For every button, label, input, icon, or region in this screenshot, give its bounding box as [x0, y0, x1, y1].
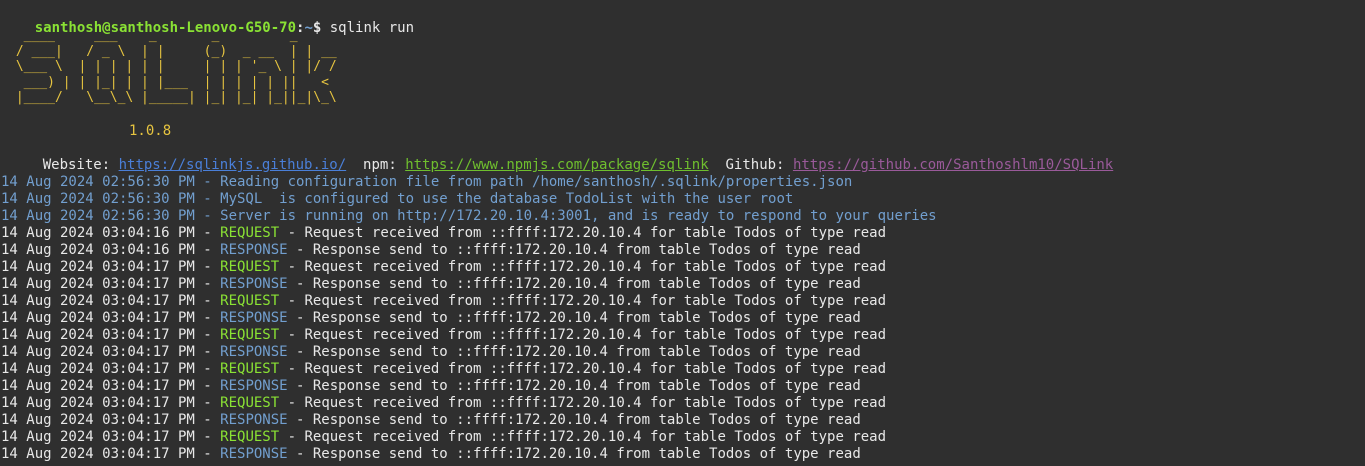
log-message: - Request received from ::ffff:172.20.10…	[279, 293, 887, 309]
sqlink-ascii-logo: ____ ___ _ _ _ / ___| / _ \ | | (_) _ __…	[15, 28, 337, 106]
website-label: Website:	[42, 157, 111, 173]
response-tag: RESPONSE	[220, 412, 288, 428]
response-tag: RESPONSE	[220, 310, 288, 326]
request-log-line: 14 Aug 2024 03:04:17 PM - REQUEST - Requ…	[1, 361, 886, 378]
log-message: - Request received from ::ffff:172.20.10…	[279, 327, 887, 343]
log-timestamp: 14 Aug 2024 03:04:17 PM -	[1, 293, 221, 309]
log-message: - Request received from ::ffff:172.20.10…	[279, 225, 887, 241]
log-timestamp: 14 Aug 2024 03:04:17 PM -	[1, 412, 221, 428]
response-tag: RESPONSE	[220, 276, 288, 292]
log-message: - Response send to ::ffff:172.20.10.4 fr…	[287, 242, 861, 258]
request-log-line: 14 Aug 2024 03:04:17 PM - REQUEST - Requ…	[1, 395, 886, 412]
log-timestamp: 14 Aug 2024 03:04:17 PM -	[1, 259, 221, 275]
prompt-line: santhosh@santhosh-Lenovo-G50-70:~$ sqlin…	[1, 3, 414, 36]
request-log-line: 14 Aug 2024 03:04:17 PM - REQUEST - Requ…	[1, 259, 886, 276]
request-tag: REQUEST	[220, 395, 280, 411]
log-message: - Response send to ::ffff:172.20.10.4 fr…	[287, 446, 861, 462]
log-timestamp: 14 Aug 2024 03:04:17 PM -	[1, 429, 221, 445]
log-message: - Request received from ::ffff:172.20.10…	[279, 361, 887, 377]
request-log-line: 14 Aug 2024 03:04:16 PM - RESPONSE - Res…	[1, 242, 861, 259]
log-message: - Request received from ::ffff:172.20.10…	[279, 395, 887, 411]
request-tag: REQUEST	[220, 361, 280, 377]
request-tag: REQUEST	[220, 327, 280, 343]
request-log-line: 14 Aug 2024 03:04:17 PM - RESPONSE - Res…	[1, 344, 861, 361]
request-tag: REQUEST	[220, 259, 280, 275]
links-line: Website: https://sqlinkjs.github.io/ npm…	[9, 140, 1114, 173]
log-message: - Request received from ::ffff:172.20.10…	[279, 429, 887, 445]
response-tag: RESPONSE	[220, 446, 288, 462]
request-tag: REQUEST	[220, 429, 280, 445]
info-log-line: 14 Aug 2024 02:56:30 PM - MySQL is confi…	[1, 191, 794, 207]
info-log-line: 14 Aug 2024 02:56:30 PM - Server is runn…	[1, 208, 937, 224]
log-timestamp: 14 Aug 2024 03:04:17 PM -	[1, 395, 221, 411]
log-timestamp: 14 Aug 2024 03:04:16 PM -	[1, 242, 221, 258]
info-log-line: 14 Aug 2024 02:56:30 PM - Reading config…	[1, 174, 853, 190]
terminal-window[interactable]: santhosh@santhosh-Lenovo-G50-70:~$ sqlin…	[0, 0, 1365, 466]
log-timestamp: 14 Aug 2024 03:04:17 PM -	[1, 327, 221, 343]
npm-link[interactable]: https://www.npmjs.com/package/sqlink	[405, 157, 708, 173]
request-tag: REQUEST	[220, 293, 280, 309]
github-link[interactable]: https://github.com/Santhoshlm10/SQLink	[793, 157, 1113, 173]
request-log-line: 14 Aug 2024 03:04:17 PM - REQUEST - Requ…	[1, 429, 886, 446]
response-tag: RESPONSE	[220, 242, 288, 258]
request-tag: REQUEST	[220, 225, 280, 241]
request-log-line: 14 Aug 2024 03:04:17 PM - RESPONSE - Res…	[1, 276, 861, 293]
log-timestamp: 14 Aug 2024 03:04:16 PM -	[1, 225, 221, 241]
log-message: - Response send to ::ffff:172.20.10.4 fr…	[287, 412, 861, 428]
log-timestamp: 14 Aug 2024 03:04:17 PM -	[1, 276, 221, 292]
github-label: Github:	[725, 157, 785, 173]
response-tag: RESPONSE	[220, 344, 288, 360]
log-message: - Response send to ::ffff:172.20.10.4 fr…	[287, 276, 861, 292]
log-timestamp: 14 Aug 2024 03:04:17 PM -	[1, 361, 221, 377]
log-message: - Request received from ::ffff:172.20.10…	[279, 259, 887, 275]
request-log-line: 14 Aug 2024 03:04:17 PM - RESPONSE - Res…	[1, 446, 861, 463]
request-log-line: 14 Aug 2024 03:04:17 PM - RESPONSE - Res…	[1, 378, 861, 395]
log-message: - Response send to ::ffff:172.20.10.4 fr…	[287, 378, 861, 394]
response-tag: RESPONSE	[220, 378, 288, 394]
request-log-line: 14 Aug 2024 03:04:17 PM - RESPONSE - Res…	[1, 412, 861, 429]
request-log-line: 14 Aug 2024 03:04:16 PM - REQUEST - Requ…	[1, 225, 886, 242]
log-message: - Response send to ::ffff:172.20.10.4 fr…	[287, 344, 861, 360]
log-timestamp: 14 Aug 2024 03:04:17 PM -	[1, 310, 221, 326]
log-timestamp: 14 Aug 2024 03:04:17 PM -	[1, 378, 221, 394]
request-log-line: 14 Aug 2024 03:04:17 PM - REQUEST - Requ…	[1, 327, 886, 344]
version-text: 1.0.8	[129, 123, 172, 139]
log-timestamp: 14 Aug 2024 03:04:17 PM -	[1, 344, 221, 360]
log-timestamp: 14 Aug 2024 03:04:17 PM -	[1, 446, 221, 462]
request-log-line: 14 Aug 2024 03:04:17 PM - RESPONSE - Res…	[1, 310, 861, 327]
request-log-line: 14 Aug 2024 03:04:17 PM - REQUEST - Requ…	[1, 293, 886, 310]
website-link[interactable]: https://sqlinkjs.github.io/	[119, 157, 347, 173]
log-message: - Response send to ::ffff:172.20.10.4 fr…	[287, 310, 861, 326]
npm-label: npm:	[363, 157, 397, 173]
terminal-scrollbar[interactable]	[1359, 0, 1365, 466]
